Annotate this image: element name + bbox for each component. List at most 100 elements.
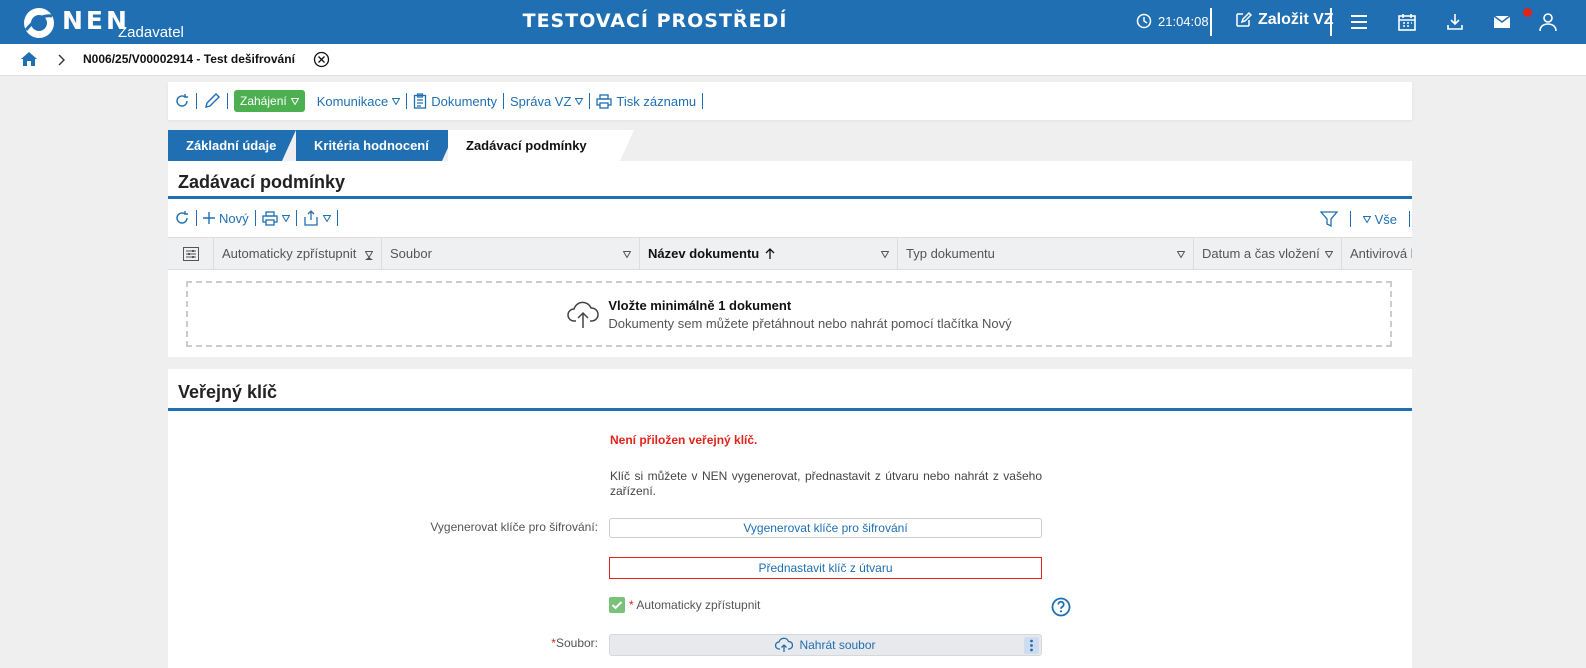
sort-ascending-icon: [765, 247, 775, 259]
print-record-link[interactable]: Tisk záznamu: [596, 93, 696, 109]
sliders-icon: [182, 246, 199, 261]
top-bar: NEN Zadavatel TESTOVACÍ PROSTŘEDÍ 21:04:…: [0, 0, 1586, 44]
printer-icon: [596, 94, 613, 109]
clipboard-icon: [414, 93, 427, 109]
calendar-icon[interactable]: [1397, 12, 1417, 32]
clock-time: 21:04:08: [1158, 13, 1209, 29]
divider: [295, 210, 297, 226]
all-label: Vše: [1374, 211, 1397, 227]
export-menu[interactable]: [303, 210, 331, 226]
divider: [196, 93, 197, 109]
manage-vz-menu[interactable]: Správa VZ: [510, 93, 584, 109]
divider: [702, 93, 704, 109]
create-vz-button[interactable]: Založit VZ: [1234, 11, 1334, 29]
column-label: Název dokumentu: [648, 246, 760, 261]
divider: [1210, 8, 1212, 36]
column-document-type[interactable]: Typ dokumentu: [898, 238, 1194, 269]
file-label-text: Soubor:: [555, 636, 598, 650]
documents-label: Dokumenty: [431, 93, 497, 109]
chevron-right-icon: [58, 54, 65, 66]
public-key-title: Veřejný klíč: [168, 369, 1412, 411]
auto-publish-text: Automaticky zpřístupnit: [636, 598, 761, 612]
breadcrumb: N006/25/V00002914 - Test dešifrování: [0, 44, 1586, 76]
column-settings[interactable]: [168, 238, 214, 269]
cloud-upload-icon: [567, 301, 600, 328]
filter-icon[interactable]: [1319, 210, 1338, 228]
tab-basic-info[interactable]: Základní údaje: [168, 130, 296, 161]
user-icon[interactable]: [1538, 12, 1558, 32]
caret-down-icon: [623, 251, 631, 258]
dropzone-title: Vložte minimálně 1 dokument: [608, 297, 792, 313]
more-options-icon[interactable]: [1024, 637, 1039, 654]
plus-icon: [203, 212, 215, 224]
divider: [336, 210, 338, 226]
create-vz-label: Založit VZ: [1258, 11, 1334, 28]
divider: [1330, 8, 1332, 36]
caret-down-icon: [290, 97, 299, 105]
caret-down-icon: [322, 214, 331, 222]
column-file[interactable]: Soubor: [382, 238, 640, 269]
refresh-icon[interactable]: [174, 210, 190, 226]
column-label: Automaticky zpřístupnit: [222, 246, 357, 261]
tab-tender-conditions[interactable]: Zadávací podmínky: [448, 130, 634, 161]
print-menu[interactable]: [261, 210, 290, 226]
start-button[interactable]: Zahájení: [234, 90, 305, 112]
divider: [406, 93, 408, 109]
column-label: Soubor: [390, 246, 432, 261]
tab-bar: Základní údaje Kritéria hodnocení Zadáva…: [168, 130, 648, 161]
documents-link[interactable]: Dokumenty: [413, 93, 497, 109]
generate-keys-label: Vygenerovat klíče pro šifrování:: [430, 520, 598, 534]
printer-icon: [261, 211, 278, 226]
divider: [1349, 211, 1351, 227]
preset-key-button[interactable]: Přednastavit klíč z útvaru: [609, 557, 1042, 579]
conditions-title: Zadávací podmínky: [168, 161, 1412, 199]
file-dropzone[interactable]: Vložte minimálně 1 dokument Dokumenty se…: [186, 281, 1392, 347]
view-filter-dropdown[interactable]: Vše: [1362, 211, 1397, 227]
caret-down-icon: [575, 97, 584, 105]
home-icon[interactable]: [20, 50, 38, 68]
print-label: Tisk záznamu: [616, 93, 697, 109]
communication-label: Komunikace: [316, 93, 389, 109]
new-document-button[interactable]: Nový: [203, 211, 249, 226]
communication-menu[interactable]: Komunikace: [317, 94, 401, 109]
missing-key-warning: Není přiložen veřejný klíč.: [610, 433, 758, 447]
refresh-icon[interactable]: [174, 93, 190, 109]
column-document-name[interactable]: Název dokumentu: [640, 238, 898, 269]
auto-publish-label: * Automaticky zpřístupnit: [629, 598, 761, 612]
help-icon[interactable]: [1051, 597, 1071, 617]
divider: [589, 93, 591, 109]
upload-label: Nahrát soubor: [799, 638, 876, 652]
upload-file-button[interactable]: Nahrát soubor: [609, 634, 1042, 656]
tab-evaluation-criteria[interactable]: Kritéria hodnocení: [296, 130, 456, 161]
share-icon: [303, 210, 318, 226]
divider: [227, 93, 228, 109]
menu-icon[interactable]: [1349, 12, 1369, 32]
conditions-panel: Zadávací podmínky Nový Vše Automaticky z…: [168, 161, 1412, 357]
clock-icon: [1136, 13, 1152, 29]
caret-down-icon: [1177, 251, 1185, 258]
caret-down-icon: [1325, 251, 1333, 258]
column-inserted-at[interactable]: Datum a čas vložení: [1194, 238, 1342, 269]
divider: [1409, 211, 1410, 227]
manage-label: Správa VZ: [510, 93, 572, 109]
new-label: Nový: [219, 210, 249, 226]
check-icon: [611, 601, 623, 610]
column-label: Antivirová k: [1350, 246, 1412, 261]
edit-icon: [1236, 11, 1252, 27]
column-antivirus[interactable]: Antivirová k: [1342, 238, 1412, 269]
notification-badge: [1523, 8, 1532, 17]
environment-title: TESTOVACÍ PROSTŘEDÍ: [522, 10, 788, 32]
start-label: Zahájení: [240, 94, 287, 108]
session-clock: 21:04:08: [1136, 13, 1209, 29]
key-info-text: Klíč si můžete v NEN vygenerovat, předna…: [610, 469, 1042, 498]
close-icon[interactable]: [313, 51, 330, 68]
generate-keys-button[interactable]: Vygenerovat klíče pro šifrování: [609, 518, 1042, 538]
divider: [196, 210, 197, 226]
auto-publish-checkbox[interactable]: [609, 597, 625, 613]
column-auto-publish[interactable]: Automaticky zpřístupnit: [214, 238, 382, 269]
pencil-icon[interactable]: [203, 92, 221, 110]
download-icon[interactable]: [1445, 12, 1465, 32]
column-label: Datum a čas vložení: [1202, 246, 1320, 261]
breadcrumb-path[interactable]: N006/25/V00002914 - Test dešifrování: [83, 52, 295, 66]
mail-icon[interactable]: [1492, 12, 1512, 32]
